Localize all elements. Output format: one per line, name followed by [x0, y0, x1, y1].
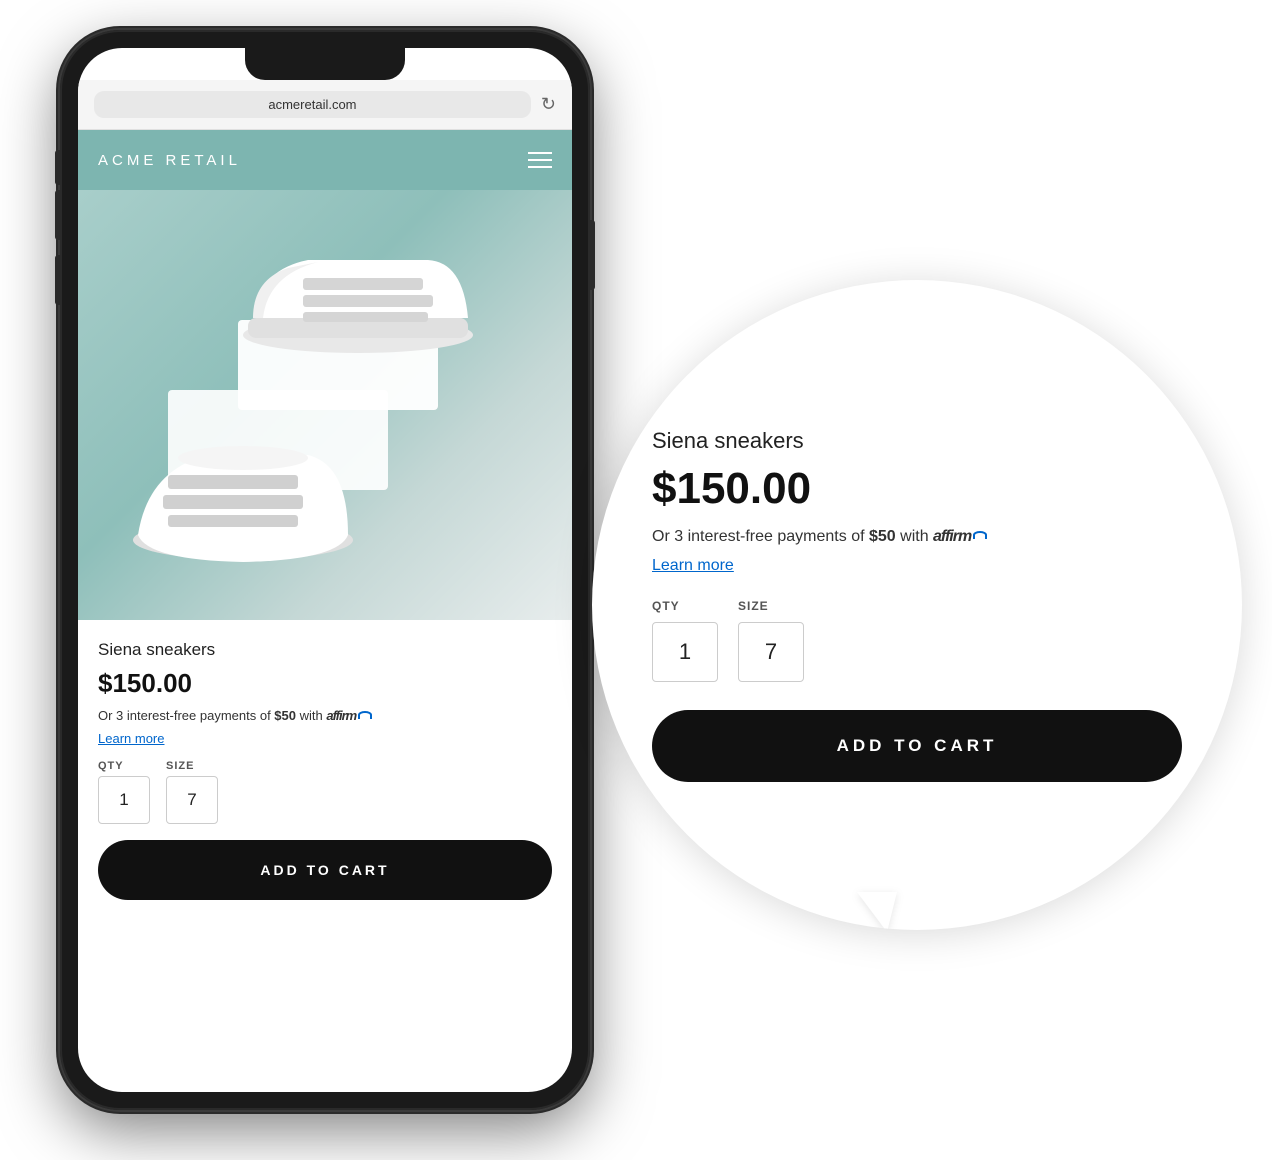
- size-group-phone: SIZE 7: [166, 760, 218, 824]
- bubble-affirm-prefix: Or 3 interest-free payments of: [652, 528, 869, 545]
- size-group-bubble: SIZE 7: [738, 599, 804, 682]
- product-name-phone: Siena sneakers: [98, 640, 552, 660]
- power-button: [590, 220, 595, 290]
- qty-group-phone: QTY 1: [98, 760, 150, 824]
- qty-input-bubble[interactable]: 1: [652, 622, 718, 682]
- phone-frame: acmeretail.com ↻ ACME RETAIL: [60, 30, 590, 1110]
- affirm-brand: affirm: [326, 708, 356, 723]
- qty-size-row-bubble: QTY 1 SIZE 7: [652, 599, 1182, 682]
- product-image-area: [78, 190, 572, 620]
- bubble-affirm-amount: $50: [869, 528, 896, 545]
- phone-notch: [245, 48, 405, 80]
- size-input-bubble[interactable]: 7: [738, 622, 804, 682]
- affirm-suffix: with: [296, 708, 326, 723]
- bubble-affirm-suffix: with: [896, 528, 933, 545]
- product-price-phone: $150.00: [98, 668, 552, 699]
- phone-mockup: acmeretail.com ↻ ACME RETAIL: [60, 30, 590, 1110]
- qty-label-bubble: QTY: [652, 599, 718, 613]
- add-to-cart-label-phone: ADD TO CART: [260, 862, 389, 878]
- product-details-phone: Siena sneakers $150.00 Or 3 interest-fre…: [78, 620, 572, 920]
- affirm-amount: $50: [274, 708, 296, 723]
- browser-bar: acmeretail.com ↻: [78, 80, 572, 130]
- qty-input-phone[interactable]: 1: [98, 776, 150, 824]
- qty-size-row-phone: QTY 1 SIZE 7: [98, 760, 552, 824]
- add-to-cart-button-bubble[interactable]: ADD TO CART: [652, 710, 1182, 782]
- size-label-bubble: SIZE: [738, 599, 804, 613]
- bubble-affirm-brand: affirm: [933, 528, 971, 545]
- refresh-icon[interactable]: ↻: [541, 94, 556, 115]
- address-bar[interactable]: acmeretail.com: [94, 91, 531, 118]
- zoom-bubble: Siena sneakers $150.00 Or 3 interest-fre…: [592, 280, 1242, 930]
- qty-group-bubble: QTY 1: [652, 599, 718, 682]
- product-name-bubble: Siena sneakers: [652, 428, 1182, 454]
- affirm-text-bubble: Or 3 interest-free payments of $50 with …: [652, 526, 1182, 548]
- hamburger-menu-icon[interactable]: [528, 152, 552, 168]
- silent-button: [55, 150, 60, 185]
- product-price-bubble: $150.00: [652, 464, 1182, 514]
- bubble-affirm-arc-icon: [973, 531, 987, 539]
- store-logo: ACME RETAIL: [98, 152, 241, 169]
- volume-down-button: [55, 255, 60, 305]
- affirm-text-phone: Or 3 interest-free payments of $50 with …: [98, 707, 552, 725]
- add-to-cart-label-bubble: ADD TO CART: [837, 736, 998, 756]
- product-image-svg: [78, 190, 538, 620]
- store-header: ACME RETAIL: [78, 130, 572, 190]
- bubble-content: Siena sneakers $150.00 Or 3 interest-fre…: [592, 378, 1242, 831]
- add-to-cart-button-phone[interactable]: ADD TO CART: [98, 840, 552, 900]
- affirm-arc-icon: [358, 711, 372, 719]
- affirm-prefix: Or 3 interest-free payments of: [98, 708, 274, 723]
- volume-up-button: [55, 190, 60, 240]
- learn-more-link-bubble[interactable]: Learn more: [652, 557, 1182, 575]
- size-input-phone[interactable]: 7: [166, 776, 218, 824]
- size-label-phone: SIZE: [166, 760, 218, 772]
- qty-label-phone: QTY: [98, 760, 150, 772]
- learn-more-link-phone[interactable]: Learn more: [98, 731, 552, 746]
- phone-screen: acmeretail.com ↻ ACME RETAIL: [78, 48, 572, 1092]
